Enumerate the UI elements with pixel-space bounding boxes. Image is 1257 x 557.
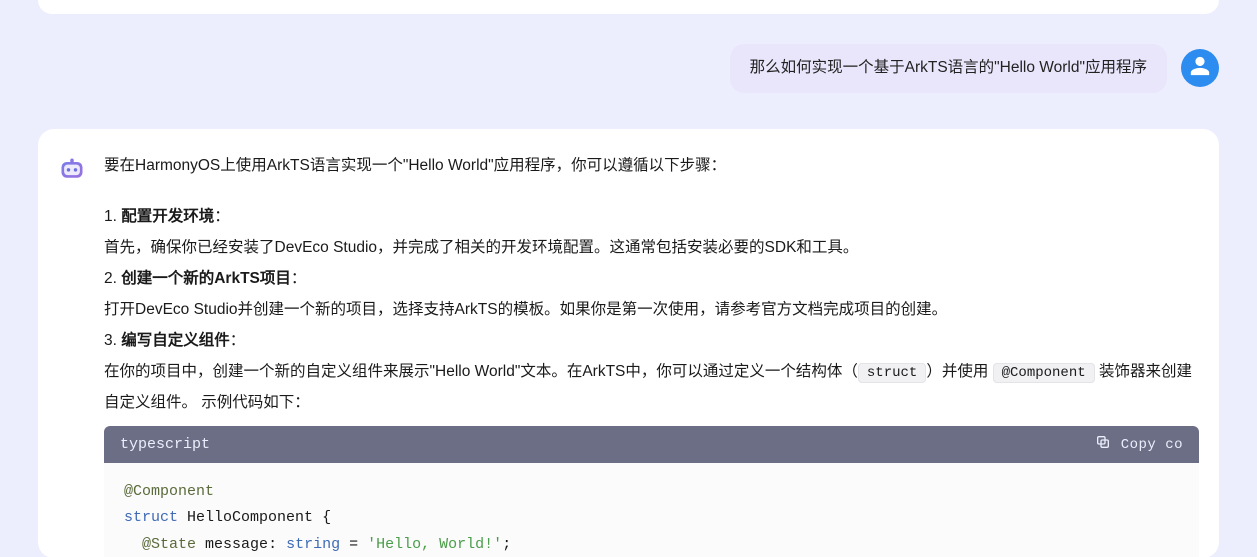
step-body-text: 打开DevEco Studio并创建一个新的项目，选择支持ArkTS的模板。如果… — [104, 301, 947, 318]
step-heading: 3. 编写自定义组件： — [104, 325, 1199, 356]
step-title: 创建一个新的ArkTS项目 — [121, 270, 291, 287]
inline-code: struct — [858, 363, 926, 383]
code-token — [196, 536, 205, 553]
code-line: @State message: string = 'Hello, World!'… — [124, 532, 1179, 557]
code-token — [124, 536, 142, 553]
code-token: string — [286, 536, 340, 553]
code-token: ; — [502, 536, 511, 553]
step-colon: ： — [291, 270, 307, 287]
code-block: typescript Copy co @Component struct Hell… — [104, 426, 1199, 557]
step-title: 编写自定义组件 — [121, 332, 230, 349]
copy-icon — [1095, 434, 1111, 455]
step-title: 配置开发环境 — [121, 208, 214, 225]
inline-code: @Component — [993, 363, 1095, 383]
step-colon: ： — [214, 208, 230, 225]
code-token — [340, 536, 349, 553]
step-body: 首先，确保你已经安装了DevEco Studio，并完成了相关的开发环境配置。这… — [104, 232, 1199, 263]
code-token — [313, 509, 322, 526]
code-block-body[interactable]: @Component struct HelloComponent { @State… — [104, 463, 1199, 557]
code-token — [358, 536, 367, 553]
code-token: 'Hello, World!' — [367, 536, 502, 553]
code-language-label: typescript — [120, 436, 210, 453]
step-body: 打开DevEco Studio并创建一个新的项目，选择支持ArkTS的模板。如果… — [104, 294, 1199, 325]
step-heading: 2. 创建一个新的ArkTS项目： — [104, 263, 1199, 294]
code-token — [178, 509, 187, 526]
code-token: = — [349, 536, 358, 553]
step-body-text: ）并使用 — [926, 363, 992, 380]
user-message-bubble: 那么如何实现一个基于ArkTS语言的"Hello World"应用程序 — [730, 44, 1167, 93]
step-body-text: 在你的项目中，创建一个新的自定义组件来展示"Hello World"文本。在Ar… — [104, 363, 858, 380]
step-heading: 1. 配置开发环境： — [104, 201, 1199, 232]
code-token: HelloComponent — [187, 509, 313, 526]
code-token: message — [205, 536, 268, 553]
step-body: 在你的项目中，创建一个新的自定义组件来展示"Hello World"文本。在Ar… — [104, 356, 1199, 418]
user-avatar[interactable] — [1181, 49, 1219, 87]
step-number: 2. — [104, 270, 121, 287]
assistant-avatar-icon — [58, 155, 86, 183]
copy-code-button[interactable]: Copy co — [1095, 434, 1183, 455]
code-block-header: typescript Copy co — [104, 426, 1199, 463]
user-message-text: 那么如何实现一个基于ArkTS语言的"Hello World"应用程序 — [750, 59, 1147, 76]
copy-code-label: Copy co — [1121, 437, 1183, 453]
code-token: { — [322, 509, 331, 526]
code-token — [277, 536, 286, 553]
user-avatar-icon — [1189, 55, 1211, 81]
step-number: 1. — [104, 208, 121, 225]
code-token: @Component — [124, 483, 214, 500]
code-line: @Component — [124, 479, 1179, 505]
code-token: @State — [142, 536, 196, 553]
code-token: struct — [124, 509, 178, 526]
step-body-text: 首先，确保你已经安装了DevEco Studio，并完成了相关的开发环境配置。这… — [104, 239, 858, 256]
step-number: 3. — [104, 332, 121, 349]
previous-assistant-bubble-edge — [38, 0, 1219, 14]
assistant-intro-text: 要在HarmonyOS上使用ArkTS语言实现一个"Hello World"应用… — [104, 153, 1199, 179]
code-token: : — [268, 536, 277, 553]
assistant-message-card: 要在HarmonyOS上使用ArkTS语言实现一个"Hello World"应用… — [38, 129, 1219, 557]
user-message-row: 那么如何实现一个基于ArkTS语言的"Hello World"应用程序 — [0, 44, 1219, 93]
code-line: struct HelloComponent { — [124, 505, 1179, 531]
step-colon: ： — [230, 332, 246, 349]
steps-list: 1. 配置开发环境：首先，确保你已经安装了DevEco Studio，并完成了相… — [104, 201, 1199, 418]
assistant-content: 要在HarmonyOS上使用ArkTS语言实现一个"Hello World"应用… — [104, 153, 1199, 557]
